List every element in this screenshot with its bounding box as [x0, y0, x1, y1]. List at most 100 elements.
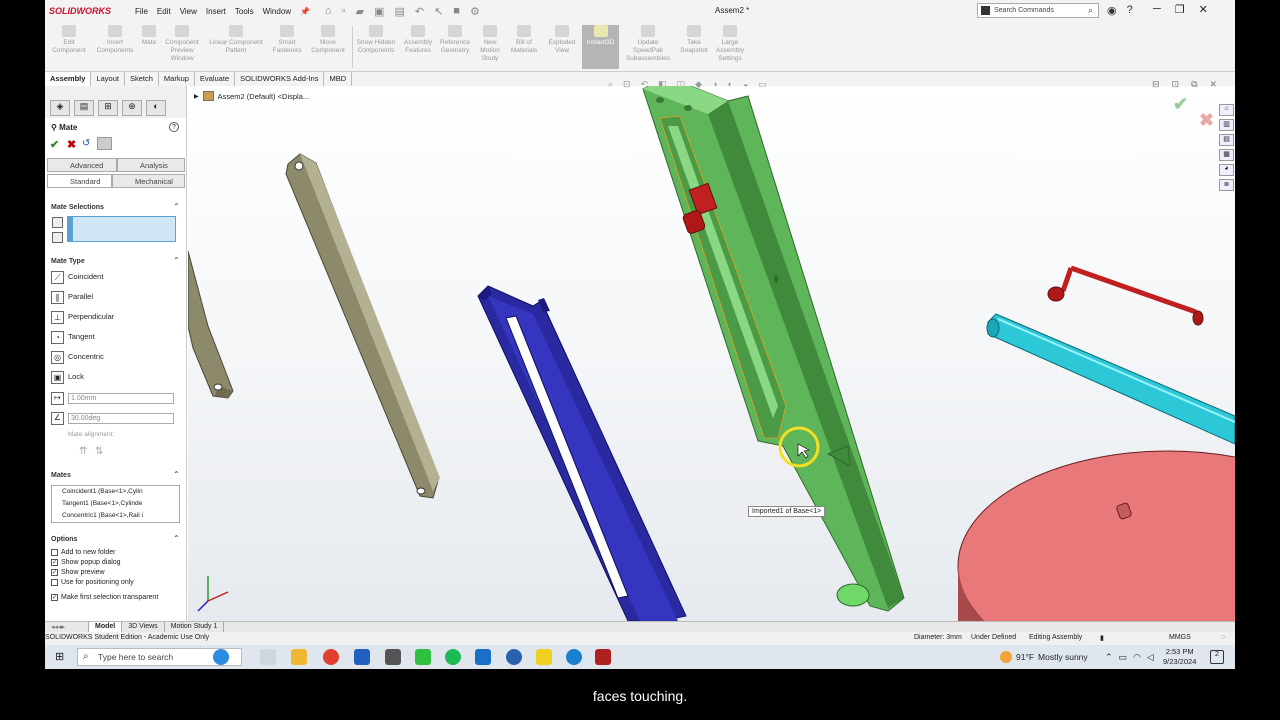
subtab-advanced[interactable]: Advanced: [47, 158, 117, 172]
checkbox[interactable]: ✓: [51, 569, 58, 576]
tab-model[interactable]: Model: [89, 622, 123, 632]
rebuild-icon[interactable]: ■: [453, 5, 460, 18]
configuration-manager-icon[interactable]: ⊞: [98, 100, 118, 116]
collapse-icon[interactable]: ⌃: [173, 202, 180, 211]
dimxpert-icon[interactable]: ⊕: [122, 100, 142, 116]
weather-widget[interactable]: 91°F Mostly sunny: [1000, 651, 1088, 663]
exploded-view-button[interactable]: Exploded View: [545, 25, 579, 69]
pink-disk[interactable]: [957, 450, 1235, 621]
minimize-icon[interactable]: ─: [1153, 3, 1161, 16]
user-icon[interactable]: ◉: [1107, 4, 1117, 17]
component-preview-window-button[interactable]: Component Preview Window: [163, 25, 201, 69]
cancel-x-icon[interactable]: ✖: [67, 138, 76, 151]
assembly-features-button[interactable]: Assembly Features: [400, 25, 436, 69]
search-icon[interactable]: ⌕: [1088, 5, 1093, 16]
new-document-icon[interactable]: ▫: [342, 5, 346, 18]
large-assembly-settings-button[interactable]: Large Assembly Settings: [713, 25, 747, 69]
align-aligned-icon[interactable]: ⇈: [79, 446, 87, 457]
collapse-icon[interactable]: ⌃: [173, 534, 180, 543]
mate-type-perpendicular[interactable]: ⊥ Perpendicular: [51, 311, 181, 327]
tab-assembly[interactable]: Assembly: [45, 72, 92, 86]
blue-rail[interactable]: [477, 285, 687, 621]
mate-type-parallel[interactable]: ∥ Parallel: [51, 291, 181, 307]
pin-icon[interactable]: 📌: [300, 7, 310, 16]
save-icon[interactable]: ▣: [374, 5, 384, 18]
selection-mode-icon[interactable]: [52, 217, 63, 228]
tab-evaluate[interactable]: Evaluate: [195, 72, 236, 86]
file-explorer-icon[interactable]: [291, 649, 307, 665]
tab-3d-views[interactable]: 3D Views: [122, 622, 165, 632]
ok-check-icon[interactable]: ✔: [50, 138, 59, 151]
option-positioning-only[interactable]: Use for positioning only: [51, 579, 134, 586]
reference-geometry-button[interactable]: Reference Geometry: [437, 25, 473, 69]
list-item[interactable]: Concentric1 (Base<1>,Rail i: [62, 510, 179, 522]
app-icon[interactable]: [385, 649, 401, 665]
option-first-selection-transparent[interactable]: ✓ Make first selection transparent: [51, 594, 158, 601]
option-add-to-new-folder[interactable]: Add to new folder: [51, 549, 115, 556]
tab-layout[interactable]: Layout: [91, 72, 125, 86]
help-icon[interactable]: ?: [1127, 4, 1133, 17]
undo-icon[interactable]: ↺: [82, 138, 90, 149]
tab-navigation-arrows[interactable]: ◂◂◂▸: [45, 622, 89, 632]
solidworks-taskbar-icon[interactable]: [595, 649, 611, 665]
restore-icon[interactable]: ❐: [1175, 3, 1185, 16]
chrome-icon[interactable]: [323, 649, 339, 665]
mate-type-tangent[interactable]: ◔ Tangent: [51, 331, 181, 347]
edge-icon[interactable]: [566, 649, 582, 665]
list-item[interactable]: Tangent1 (Base<1>,Cylinde: [62, 498, 179, 510]
menu-edit[interactable]: Edit: [157, 7, 171, 16]
volume-icon[interactable]: ◁: [1147, 652, 1154, 663]
list-item[interactable]: Coincident1 (Base<1>,Cylin: [62, 486, 179, 498]
outlook-icon[interactable]: [475, 649, 491, 665]
olive-link-left[interactable]: [188, 250, 234, 399]
olive-link[interactable]: [285, 153, 440, 499]
bill-of-materials-button[interactable]: Bill of Materials: [509, 25, 539, 69]
collapse-icon[interactable]: ⌃: [173, 470, 180, 479]
insert-components-button[interactable]: Insert Components: [93, 25, 137, 69]
mate-type-concentric[interactable]: ◎ Concentric: [51, 351, 181, 367]
checkbox[interactable]: ✓: [51, 559, 58, 566]
print-icon[interactable]: ▤: [394, 5, 404, 18]
angle-input[interactable]: 30.00deg: [68, 413, 174, 424]
close-icon[interactable]: ✕: [1199, 3, 1208, 16]
cyan-shaft[interactable]: [986, 313, 1235, 445]
customize-icon[interactable]: ◌: [1221, 634, 1225, 641]
instant3d-button[interactable]: Instant3D: [582, 25, 619, 69]
3d-model-scene[interactable]: [188, 86, 1235, 621]
subtab-mechanical[interactable]: Mechanical: [112, 174, 185, 188]
help-icon[interactable]: ?: [169, 122, 179, 132]
search-scope-icon[interactable]: [981, 6, 990, 15]
subtab-standard[interactable]: Standard: [47, 174, 112, 188]
linear-component-pattern-button[interactable]: Linear Component Pattern: [205, 25, 267, 69]
checkbox[interactable]: [51, 549, 58, 556]
rebuild-status-icon[interactable]: ▮: [1100, 634, 1104, 642]
green-base[interactable]: [642, 86, 905, 612]
collapse-icon[interactable]: ⌃: [173, 256, 180, 265]
show-hidden-components-button[interactable]: Show Hidden Components: [355, 25, 397, 69]
windows-start-icon[interactable]: ⊞: [55, 650, 71, 664]
red-crank[interactable]: [1047, 265, 1204, 326]
pushpin-icon[interactable]: [97, 137, 112, 150]
take-snapshot-button[interactable]: Take Snapshot: [677, 25, 711, 69]
distance-input[interactable]: 1.00mm: [68, 393, 174, 404]
undo-icon[interactable]: ↶: [415, 5, 424, 18]
sticky-notes-icon[interactable]: [536, 649, 552, 665]
update-speedpak-button[interactable]: Update SpeedPak Subassemblies: [623, 25, 673, 69]
home-icon[interactable]: ⌂: [325, 5, 332, 18]
tab-motion-study-1[interactable]: Motion Study 1: [165, 622, 225, 632]
search-commands-input[interactable]: Search Commands ⌕: [977, 3, 1099, 18]
app-green-icon[interactable]: [415, 649, 431, 665]
mate-selections-box[interactable]: [67, 216, 176, 242]
chevron-up-icon[interactable]: ⌃: [1105, 652, 1113, 663]
subtab-analysis[interactable]: Analysis: [117, 158, 185, 172]
units-selector[interactable]: MMGS: [1169, 634, 1191, 641]
spotify-icon[interactable]: [445, 649, 461, 665]
menu-tools[interactable]: Tools: [235, 7, 254, 16]
mates-list[interactable]: Coincident1 (Base<1>,Cylin Tangent1 (Bas…: [51, 485, 180, 523]
graphics-area[interactable]: ▶ Assem2 (Default) <Displa... ⌕ ⊡ ↶ ◧ ◫ …: [188, 79, 1235, 621]
move-component-button[interactable]: Move Component: [307, 25, 349, 69]
align-anti-aligned-icon[interactable]: ⇅: [95, 446, 103, 457]
search-highlight-icon[interactable]: [213, 649, 229, 665]
display-manager-icon[interactable]: ◐: [146, 100, 166, 116]
menu-insert[interactable]: Insert: [206, 7, 226, 16]
